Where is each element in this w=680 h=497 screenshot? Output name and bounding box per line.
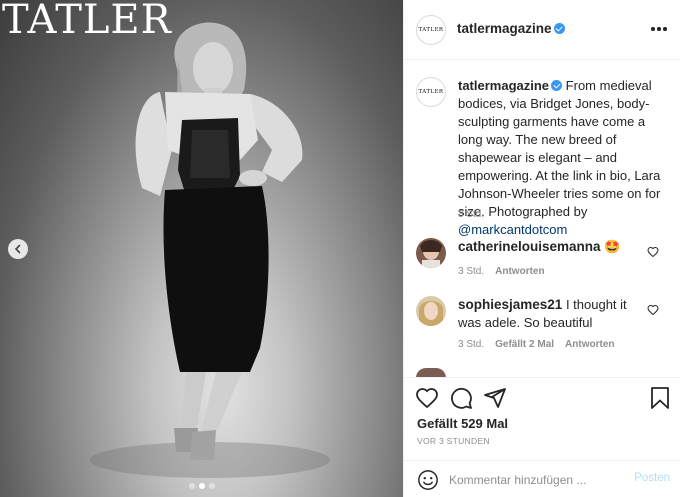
more-icon-dot — [651, 27, 655, 31]
account-avatar[interactable]: TATLER — [416, 15, 446, 45]
comment-time: 3 Std. — [458, 266, 485, 277]
carousel-dot — [188, 483, 195, 489]
comment-meta: 3 Std. Antworten — [458, 266, 545, 277]
comment-bar: Posten — [404, 460, 680, 497]
heart-icon[interactable] — [647, 246, 659, 258]
like-count[interactable]: Gefällt 529 Mal — [417, 416, 508, 431]
comment-text: catherinelouisemanna 🤩 — [458, 238, 648, 256]
post-header: TATLER tatlermagazine — [404, 0, 680, 60]
comment-text: sophiesjames21 I thought it was adele. S… — [458, 296, 648, 332]
comment-likes[interactable]: Gefällt 2 Mal — [495, 339, 554, 350]
mention-link[interactable]: @markcantdotcom — [458, 222, 567, 237]
more-options-button[interactable] — [650, 20, 668, 38]
more-icon-dot — [657, 27, 661, 31]
carousel-dots — [0, 483, 403, 489]
caption-avatar[interactable]: TATLER — [416, 77, 446, 107]
avatar-image — [416, 296, 446, 326]
comment-meta: 3 Std. Gefällt 2 Mal Antworten — [458, 339, 615, 350]
heart-icon[interactable] — [415, 386, 439, 410]
reply-button[interactable]: Antworten — [495, 266, 544, 277]
caption-username[interactable]: tatlermagazine — [458, 78, 549, 93]
post-timestamp: VOR 3 STUNDEN — [417, 436, 490, 446]
comment-icon[interactable] — [449, 386, 473, 410]
more-icon-dot — [663, 27, 667, 31]
heart-icon[interactable] — [647, 304, 659, 316]
caption-text: tatlermagazine From medieval bodices, vi… — [458, 77, 668, 239]
chevron-left-icon — [14, 244, 21, 254]
caption-body: From medieval bodices, via Bridget Jones… — [458, 78, 661, 219]
verified-badge-icon — [553, 23, 565, 34]
avatar-image — [416, 238, 446, 268]
comment-body: 🤩 — [604, 239, 621, 254]
comment-username[interactable]: sophiesjames21 — [458, 297, 562, 312]
avatar[interactable] — [416, 296, 446, 326]
header-username[interactable]: tatlermagazine — [457, 21, 565, 36]
avatar[interactable] — [416, 238, 446, 268]
carousel-dot — [208, 483, 215, 489]
header-username-text[interactable]: tatlermagazine — [457, 21, 552, 36]
reply-button[interactable]: Antworten — [565, 339, 614, 350]
photo-illustration — [90, 22, 330, 478]
bookmark-icon[interactable] — [648, 386, 672, 410]
comment-time: 3 Std. — [458, 339, 485, 350]
verified-badge-icon — [551, 80, 563, 91]
post-button[interactable]: Posten — [634, 472, 670, 484]
tatler-wordmark: TATLER — [2, 0, 172, 43]
carousel-dot — [198, 483, 205, 489]
post-panel: TATLER tatlermagazine TATLER tatlermagaz… — [403, 0, 680, 497]
post-photo[interactable]: TATLER — [0, 0, 403, 497]
share-icon[interactable] — [483, 386, 507, 410]
caption-time: 3 Std. — [458, 209, 485, 220]
carousel-prev-button[interactable] — [8, 239, 28, 259]
comment-username[interactable]: catherinelouisemanna — [458, 239, 601, 254]
comment-input[interactable] — [449, 469, 619, 491]
emoji-icon[interactable] — [417, 469, 439, 491]
